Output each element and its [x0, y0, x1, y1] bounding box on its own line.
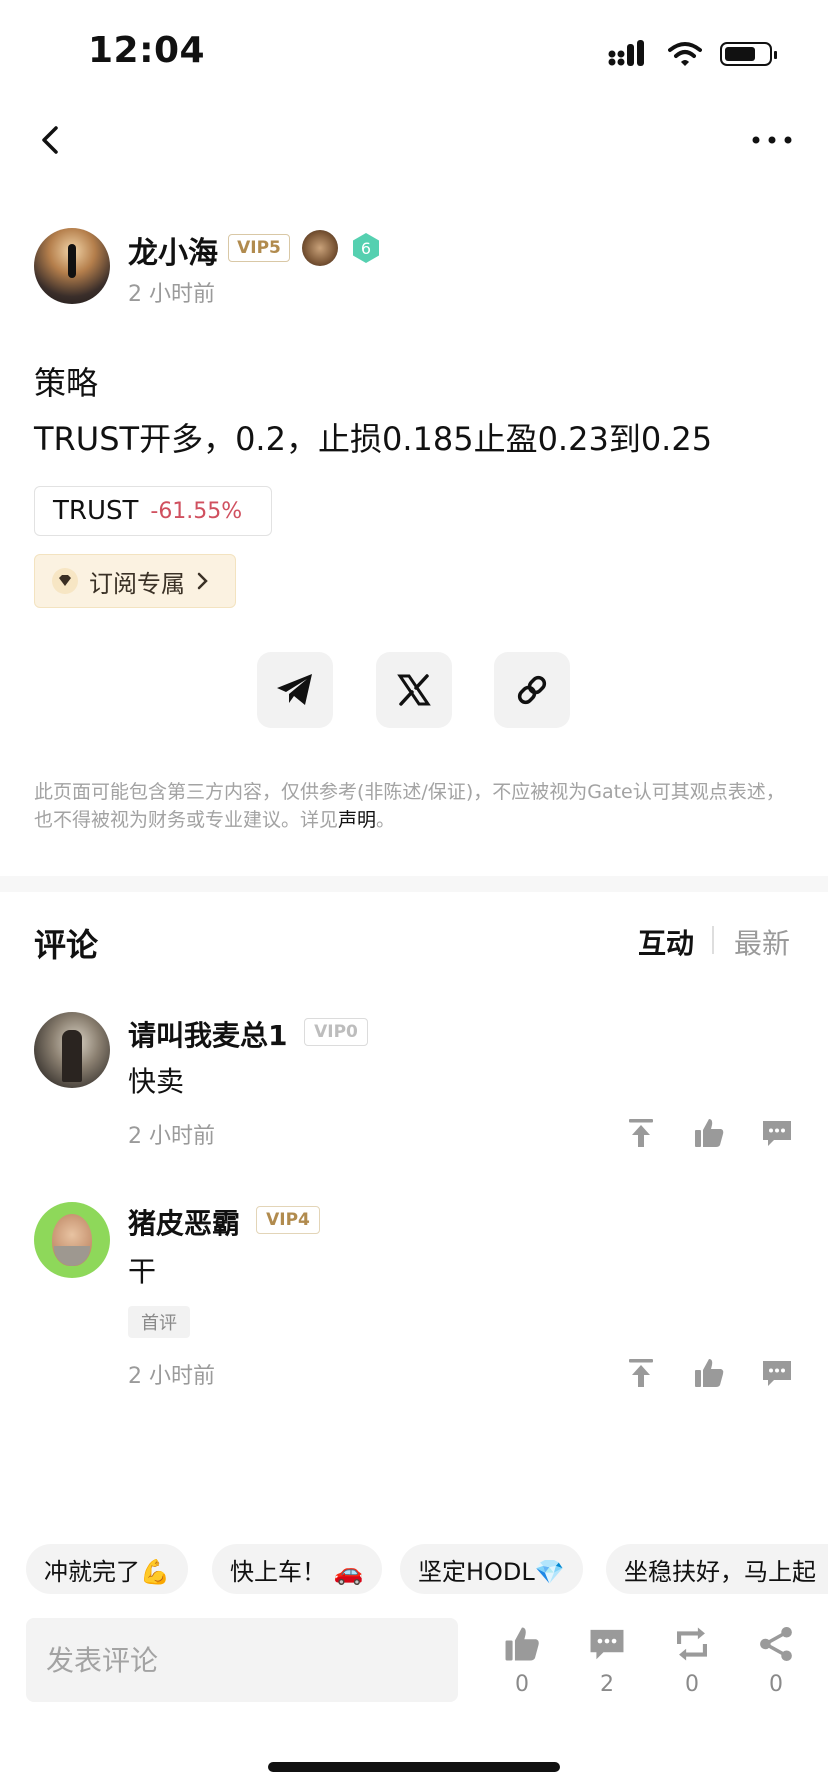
- author-avatar[interactable]: [34, 228, 110, 304]
- like-count: 0: [515, 1672, 529, 1697]
- quick-reply-chip[interactable]: 快上车！ 🚗: [212, 1544, 382, 1594]
- commenter-name[interactable]: 猪皮恶霸: [128, 1202, 240, 1242]
- disclaimer-suffix: 。: [376, 809, 396, 831]
- diamond-icon: [52, 568, 78, 594]
- coin-symbol: TRUST: [53, 496, 139, 526]
- home-indicator: [268, 1762, 560, 1772]
- comment-input[interactable]: [26, 1618, 458, 1702]
- comment-timestamp: 2 小时前: [128, 1124, 215, 1149]
- disclaimer-link[interactable]: 声明: [338, 809, 376, 831]
- subscribe-label: 订阅专属: [89, 569, 185, 598]
- repost-icon[interactable]: [672, 1624, 712, 1664]
- cellular-signal-icon: [608, 40, 644, 66]
- post-title: 策略: [34, 364, 99, 402]
- level-badge-number: 6: [361, 239, 371, 258]
- coin-change-percent: -61.55%: [150, 498, 243, 524]
- like-icon[interactable]: [692, 1116, 726, 1150]
- comment-timestamp: 2 小时前: [128, 1364, 215, 1389]
- link-icon: [517, 675, 547, 705]
- tab-latest[interactable]: 最新: [734, 922, 790, 962]
- commenter-avatar[interactable]: [34, 1202, 110, 1278]
- more-options-icon[interactable]: [750, 130, 794, 150]
- pin-top-icon[interactable]: [624, 1356, 658, 1390]
- comment-text: 干: [128, 1255, 157, 1288]
- wifi-icon: [668, 42, 702, 66]
- share-x-button[interactable]: [376, 652, 452, 728]
- quick-reply-chip[interactable]: 坐稳扶好，马上起: [606, 1544, 828, 1594]
- quick-reply-chip[interactable]: 冲就完了💪: [26, 1544, 188, 1594]
- comments-title: 评论: [34, 926, 99, 964]
- coin-ticker-chip[interactable]: TRUST -61.55%: [34, 486, 272, 536]
- tab-separator: [712, 926, 714, 954]
- author-name[interactable]: 龙小海: [128, 228, 218, 272]
- first-comment-tag: 首评: [128, 1306, 190, 1338]
- scroll-badge-icon: [302, 230, 338, 266]
- commenter-vip-badge: VIP0: [304, 1018, 368, 1046]
- battery-icon: [720, 42, 777, 66]
- x-logo-icon: [397, 674, 431, 706]
- chevron-right-icon: [197, 572, 208, 590]
- disclaimer: 此页面可能包含第三方内容，仅供参考(非陈述/保证)，不应被视为Gate认可其观点…: [34, 778, 794, 834]
- status-icons: [608, 40, 777, 68]
- copy-link-button[interactable]: [494, 652, 570, 728]
- pin-top-icon[interactable]: [624, 1116, 658, 1150]
- like-icon[interactable]: [502, 1624, 542, 1664]
- author-vip-badge: VIP5: [228, 234, 290, 262]
- level-badge: 6: [353, 233, 379, 263]
- like-icon[interactable]: [692, 1356, 726, 1390]
- share-count: 0: [769, 1672, 783, 1697]
- section-divider: [0, 876, 828, 892]
- comment-icon[interactable]: [587, 1624, 627, 1664]
- commenter-name[interactable]: 请叫我麦总1: [128, 1014, 287, 1054]
- status-time: 12:04: [88, 30, 206, 71]
- comment-count: 2: [600, 1672, 614, 1697]
- comment-text: 快卖: [128, 1065, 185, 1098]
- share-icon[interactable]: [756, 1624, 796, 1664]
- back-arrow-icon[interactable]: [34, 122, 70, 158]
- telegram-icon: [277, 674, 312, 705]
- reply-icon[interactable]: [760, 1356, 794, 1390]
- post-body: TRUST开多，0.2，止损0.185止盈0.23到0.25: [34, 420, 713, 458]
- tab-interactive[interactable]: 互动: [638, 922, 694, 962]
- post-timestamp: 2 小时前: [128, 282, 215, 307]
- repost-count: 0: [685, 1672, 699, 1697]
- subscribe-exclusive-button[interactable]: 订阅专属: [34, 554, 236, 608]
- commenter-vip-badge: VIP4: [256, 1206, 320, 1234]
- quick-reply-chip[interactable]: 坚定HODL💎: [400, 1544, 583, 1594]
- share-telegram-button[interactable]: [257, 652, 333, 728]
- commenter-avatar[interactable]: [34, 1012, 110, 1088]
- disclaimer-text: 此页面可能包含第三方内容，仅供参考(非陈述/保证)，不应被视为Gate认可其观点…: [34, 781, 785, 831]
- reply-icon[interactable]: [760, 1116, 794, 1150]
